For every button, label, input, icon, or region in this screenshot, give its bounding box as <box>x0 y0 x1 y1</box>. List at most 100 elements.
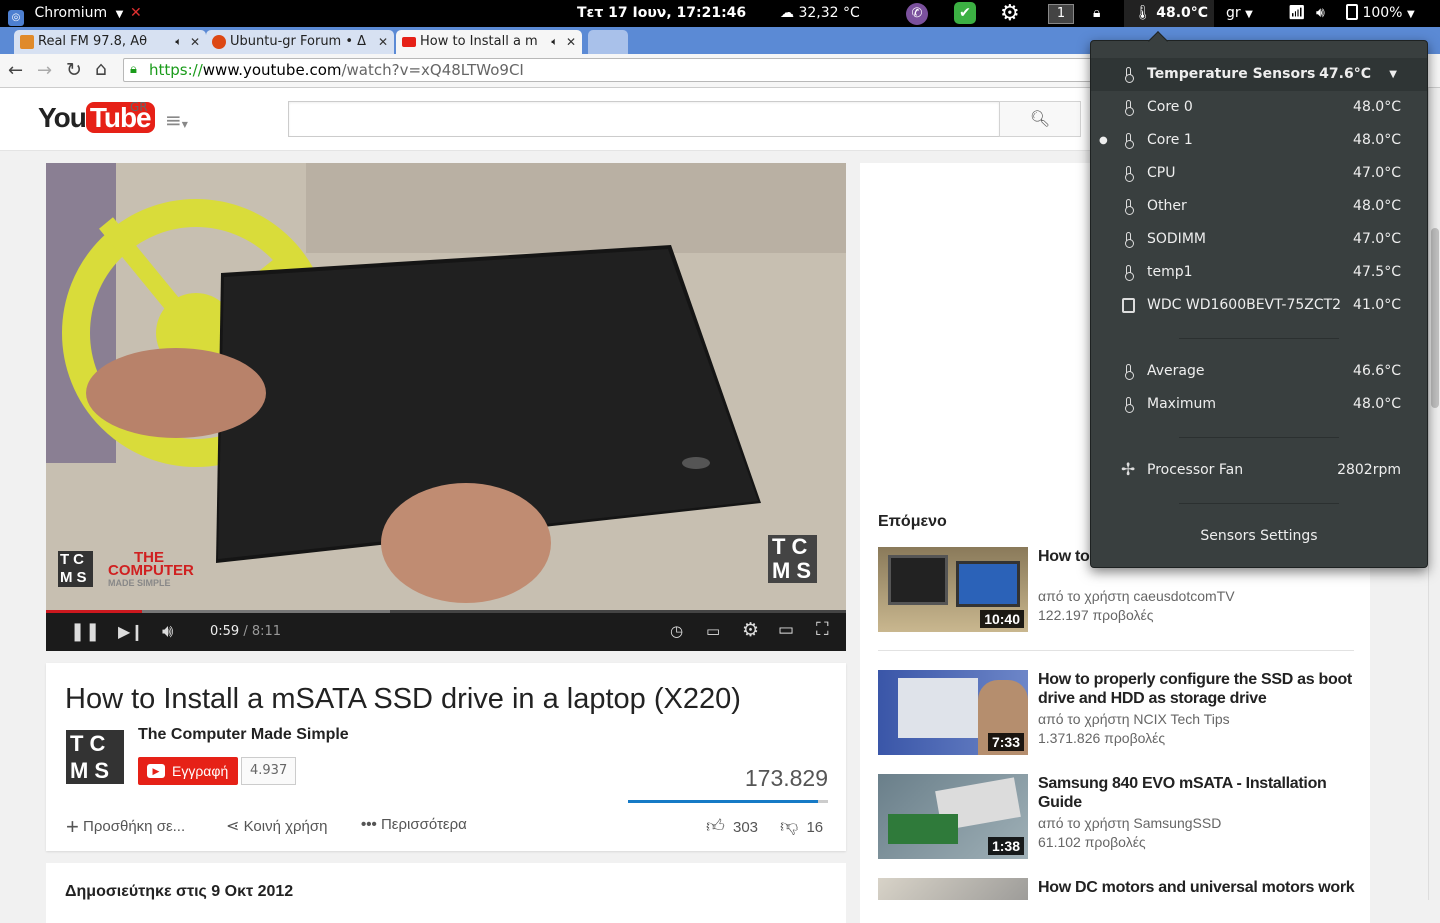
thermometer-icon <box>1121 388 1135 421</box>
like-button[interactable]: 👍︎ 303 <box>706 815 758 837</box>
sensor-cpu[interactable]: CPU 47.0°C <box>1091 157 1427 190</box>
channel-name[interactable]: The Computer Made Simple <box>138 726 349 744</box>
tab-ubuntu-forum[interactable]: Ubuntu-gr Forum • Δ ✕ <box>206 30 394 54</box>
rec-item[interactable]: 1:38 Samsung 840 EVO mSATA - Installatio… <box>878 774 1358 860</box>
player-controls: ❚❚ ▶❙ 🔊︎ 0:59 / 8:11 ◷ ▭ ⚙ ▭ ⛶ <box>46 610 846 651</box>
share-button[interactable]: ⋖ Κοινή χρήση <box>226 816 327 836</box>
volume-icon[interactable]: 🔊︎ <box>1316 0 1325 27</box>
dislike-button[interactable]: 👎︎ 16 <box>780 815 823 837</box>
temperature-indicator[interactable]: 🌡︎ 48.0°C <box>1124 0 1214 27</box>
settings-gear-icon[interactable]: ⚙ <box>742 619 759 641</box>
description-card: Δημοσιεύτηκε στις 9 Οκτ 2012 <box>46 863 846 923</box>
address-bar[interactable]: 🔒︎ https://www.youtube.com/watch?v=xQ48L… <box>123 58 1123 82</box>
thermometer-icon <box>1121 190 1135 223</box>
tab-youtube[interactable]: How to Install a m 🔈︎ ✕ <box>396 30 582 54</box>
scrollbar-thumb[interactable] <box>1431 228 1439 408</box>
progress-track[interactable] <box>46 610 846 613</box>
battery-indicator[interactable]: 100% ▼ <box>1346 0 1415 27</box>
video-thumbnail[interactable] <box>878 878 1028 900</box>
sensors-header[interactable]: Temperature Sensors 47.6°C ▼ <box>1091 58 1427 91</box>
rec-channel: από το χρήστη SamsungSSD <box>1038 815 1222 831</box>
sensor-sodimm[interactable]: SODIMM 47.0°C <box>1091 223 1427 256</box>
rec-item[interactable]: 7:33 How to properly configure the SSD a… <box>878 670 1358 756</box>
rec-title[interactable]: How to properly configure the SSD as boo… <box>1038 670 1358 708</box>
publish-date: Δημοσιεύτηκε στις 9 Οκτ 2012 <box>65 883 294 900</box>
sensor-maximum[interactable]: Maximum 48.0°C <box>1091 388 1427 421</box>
close-icon[interactable]: ✕ <box>378 30 388 54</box>
page-scrollbar[interactable] <box>1428 88 1440 900</box>
separator <box>1179 338 1339 339</box>
sensor-fan[interactable]: ✢ Processor Fan 2802rpm <box>1091 454 1427 487</box>
viber-icon[interactable]: ✆ <box>906 0 928 27</box>
thermometer-icon <box>1121 124 1135 157</box>
next-icon[interactable]: ▶❙ <box>118 622 144 641</box>
add-to-button[interactable]: + Προσθήκη σε... <box>66 814 185 840</box>
more-dots-icon: ••• <box>361 816 377 833</box>
rec-title[interactable]: How DC motors and universal motors work <box>1038 878 1358 897</box>
sensor-core0[interactable]: Core 0 48.0°C <box>1091 91 1427 124</box>
forward-arrow-icon[interactable]: → <box>37 60 52 81</box>
rec-title[interactable]: Samsung 840 EVO mSATA - Installation Gui… <box>1038 774 1358 812</box>
channel-avatar[interactable]: TC MS <box>66 730 124 786</box>
selected-dot-icon: ● <box>1099 135 1108 146</box>
home-icon[interactable]: ⌂ <box>95 58 107 80</box>
volume-icon[interactable]: 🔊︎ <box>162 621 173 642</box>
weather-indicator[interactable]: ☁ 32,32 °C <box>780 0 860 27</box>
wifi-icon[interactable]: 📶︎ <box>1288 0 1306 27</box>
thumbs-down-icon: 👎︎ <box>780 816 799 836</box>
youtube-logo[interactable]: You Tube GR <box>38 100 155 138</box>
lock-icon[interactable]: 🔒︎ <box>1093 0 1100 27</box>
divider <box>878 650 1354 651</box>
top-panel: ◎ Chromium ▼ ✕ Τετ 17 Ιουν, 17:21:46 ☁ 3… <box>0 0 1440 27</box>
sensor-temp1[interactable]: temp1 47.5°C <box>1091 256 1427 289</box>
rec-channel: από το χρήστη caeusdotcomTV <box>1038 588 1235 604</box>
theater-mode-icon[interactable]: ▭ <box>778 620 794 640</box>
video-thumbnail[interactable]: 7:33 <box>878 670 1028 755</box>
guide-menu-icon[interactable]: ≡▼ <box>165 108 188 132</box>
sensor-core1[interactable]: ● Core 1 48.0°C <box>1091 124 1427 157</box>
fan-icon: ✢ <box>1121 460 1136 480</box>
like-ratio-fill <box>628 800 818 803</box>
video-thumbnail[interactable]: 10:40 <box>878 547 1028 632</box>
brand-watermark: THE COMPUTER MADE SIMPLE <box>108 549 194 588</box>
close-icon[interactable]: ✕ <box>566 30 576 54</box>
sensor-disk[interactable]: WDC WD1600BEVT-75ZCT2 41.0°C <box>1091 289 1427 322</box>
search-button[interactable]: 🔍︎ <box>999 101 1081 137</box>
more-button[interactable]: ••• Περισσότερα <box>361 816 467 833</box>
clock[interactable]: Τετ 17 Ιουν, 17:21:46 <box>577 0 746 27</box>
rec-item[interactable]: How DC motors and universal motors work <box>878 878 1358 900</box>
video-frame[interactable]: TC MS THE COMPUTER MADE SIMPLE TC MS <box>46 163 846 614</box>
separator <box>1179 503 1339 504</box>
check-icon[interactable]: ✔ <box>954 0 976 27</box>
app-menu[interactable]: ◎ Chromium ▼ <box>8 0 123 27</box>
search-input[interactable] <box>288 101 1000 137</box>
workspace-indicator[interactable]: 1 <box>1048 0 1074 27</box>
fullscreen-icon[interactable]: ⛶ <box>816 619 829 640</box>
gear-icon[interactable]: ⚙ <box>1000 0 1020 27</box>
reload-icon[interactable]: ↻ <box>66 59 82 81</box>
captions-icon[interactable]: ▭ <box>706 622 720 640</box>
video-player[interactable]: TC MS THE COMPUTER MADE SIMPLE TC MS ❚❚ … <box>46 163 846 651</box>
sensors-popup: Temperature Sensors 47.6°C ▼ Core 0 48.0… <box>1090 31 1428 568</box>
sensor-other[interactable]: Other 48.0°C <box>1091 190 1427 223</box>
tab-realfm[interactable]: Real FM 97.8, Αθ 🔈︎ ✕ <box>14 30 206 54</box>
subscribe-button[interactable]: ▶ Εγγραφή <box>138 757 239 785</box>
thermometer-icon <box>1121 223 1135 256</box>
speaker-icon: 🔈︎ <box>551 35 558 48</box>
thumbs-up-icon: 👍︎ <box>706 816 725 836</box>
close-window-icon[interactable]: ✕ <box>130 0 142 27</box>
thermometer-icon: 🌡︎ <box>1134 5 1152 21</box>
search-icon: 🔍︎ <box>1029 109 1051 128</box>
close-icon[interactable]: ✕ <box>190 30 200 54</box>
sensors-settings-button[interactable]: Sensors Settings <box>1091 520 1427 553</box>
back-arrow-icon[interactable]: ← <box>8 60 23 81</box>
cloud-icon: ☁ <box>780 5 794 21</box>
sensor-average[interactable]: Average 46.6°C <box>1091 355 1427 388</box>
keyboard-layout[interactable]: gr ▼ <box>1226 0 1253 27</box>
watch-later-icon[interactable]: ◷ <box>670 622 683 640</box>
new-tab-button[interactable] <box>588 30 628 54</box>
chevron-down-icon: ▼ <box>1389 69 1397 80</box>
pause-icon[interactable]: ❚❚ <box>70 621 100 642</box>
video-thumbnail[interactable]: 1:38 <box>878 774 1028 859</box>
thermometer-icon <box>1121 157 1135 190</box>
